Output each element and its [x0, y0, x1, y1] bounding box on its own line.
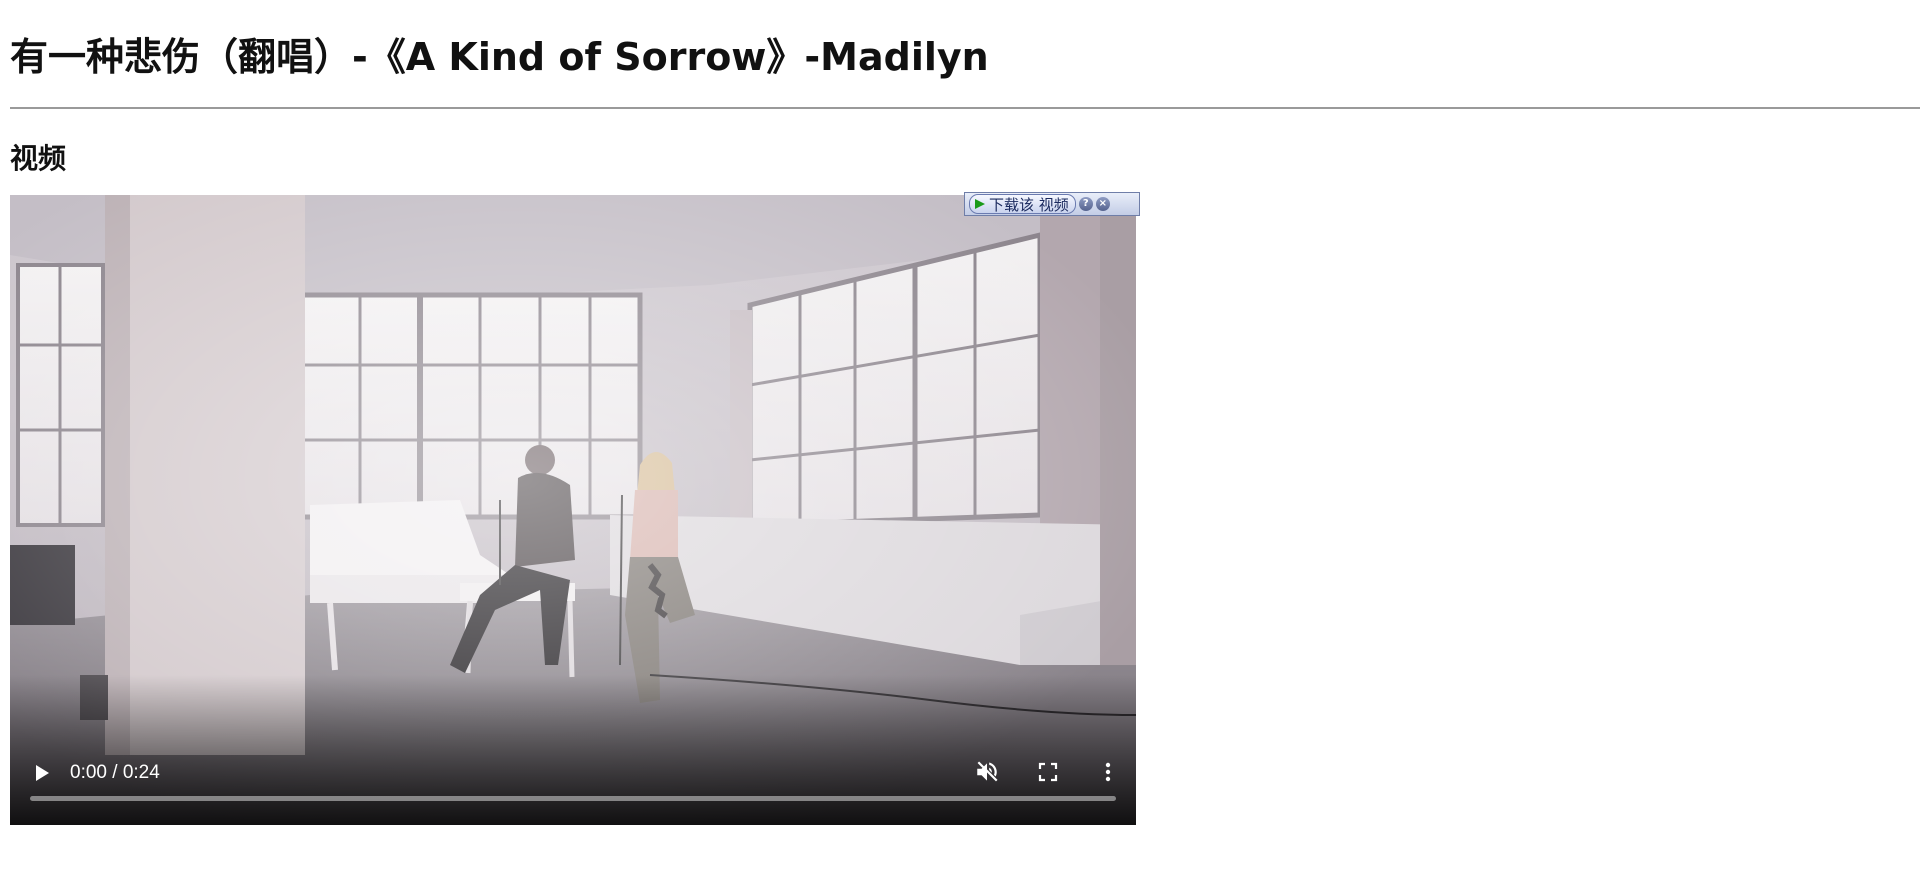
muted-volume-icon [977, 761, 998, 782]
download-toolbar: 下载该 视频 ? × [964, 192, 1140, 216]
play-button[interactable] [28, 759, 56, 787]
mute-toggle-button[interactable] [972, 757, 1002, 787]
green-play-icon [975, 199, 985, 209]
close-icon[interactable]: × [1095, 197, 1110, 211]
video-frame-image [10, 195, 1136, 825]
title-divider [10, 107, 1920, 109]
progress-bar[interactable] [30, 796, 1116, 801]
video-player[interactable]: 0:00 / 0:24 [10, 195, 1136, 825]
fullscreen-button[interactable] [1033, 757, 1063, 787]
more-options-button[interactable] [1093, 757, 1123, 787]
fullscreen-icon [1038, 762, 1058, 782]
section-heading-video: 视频 [10, 142, 67, 175]
more-vert-icon [1105, 762, 1111, 782]
play-icon [36, 765, 49, 781]
download-video-label: 下载该 视频 [989, 195, 1069, 214]
time-display: 0:00 / 0:24 [70, 762, 160, 783]
page-title: 有一种悲伤（翻唱）-《A Kind of Sorrow》-Madilyn [10, 35, 989, 79]
download-video-button[interactable]: 下载该 视频 [969, 194, 1076, 214]
question-icon[interactable]: ? [1078, 197, 1093, 211]
